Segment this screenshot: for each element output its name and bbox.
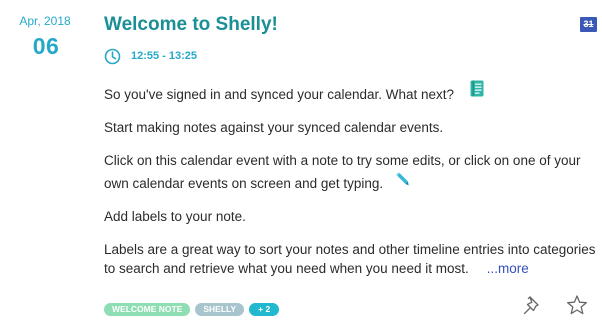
tag-shelly[interactable]: SHELLY: [195, 303, 245, 316]
note-text: So you've signed in and synced your cale…: [104, 87, 455, 102]
notebook-icon: [470, 80, 484, 102]
tag-list: WELCOME NOTE SHELLY + 2: [104, 303, 280, 316]
note-paragraph: Labels are a great way to sort your note…: [104, 242, 596, 257]
event-time-text: 12:55 - 13:25: [131, 50, 198, 62]
note-paragraph: Click on this calendar event with a note…: [104, 153, 581, 168]
tag-welcome-note[interactable]: WELCOME NOTE: [104, 303, 191, 316]
calendar-icon[interactable]: 31: [580, 17, 597, 32]
event-day: 06: [32, 33, 60, 59]
event-time: 12:55 - 13:25: [104, 47, 197, 65]
star-icon[interactable]: [566, 294, 588, 316]
pin-icon[interactable]: [522, 294, 544, 316]
more-link[interactable]: ...more: [487, 261, 529, 276]
clock-icon: [104, 48, 121, 64]
event-title[interactable]: Welcome to Shelly!: [104, 14, 278, 36]
event-date: Apr, 2018 06: [0, 14, 92, 60]
note-paragraph: So you've signed in and synced your cale…: [104, 80, 484, 104]
note-paragraph: to search and retrieve what you need whe…: [104, 260, 529, 278]
note-paragraph: Start making notes against your synced c…: [104, 120, 444, 135]
note-text: to search and retrieve what you need whe…: [104, 261, 469, 276]
note-paragraph: own calendar events on screen and get ty…: [104, 172, 409, 193]
note-text: own calendar events on screen and get ty…: [104, 176, 384, 191]
event-month: Apr, 2018: [19, 14, 71, 28]
tag-more-count[interactable]: + 2: [249, 303, 280, 316]
pencil-icon: [395, 172, 409, 191]
note-paragraph: Add labels to your note.: [104, 209, 246, 224]
calendar-icon-day: 31: [583, 19, 594, 29]
